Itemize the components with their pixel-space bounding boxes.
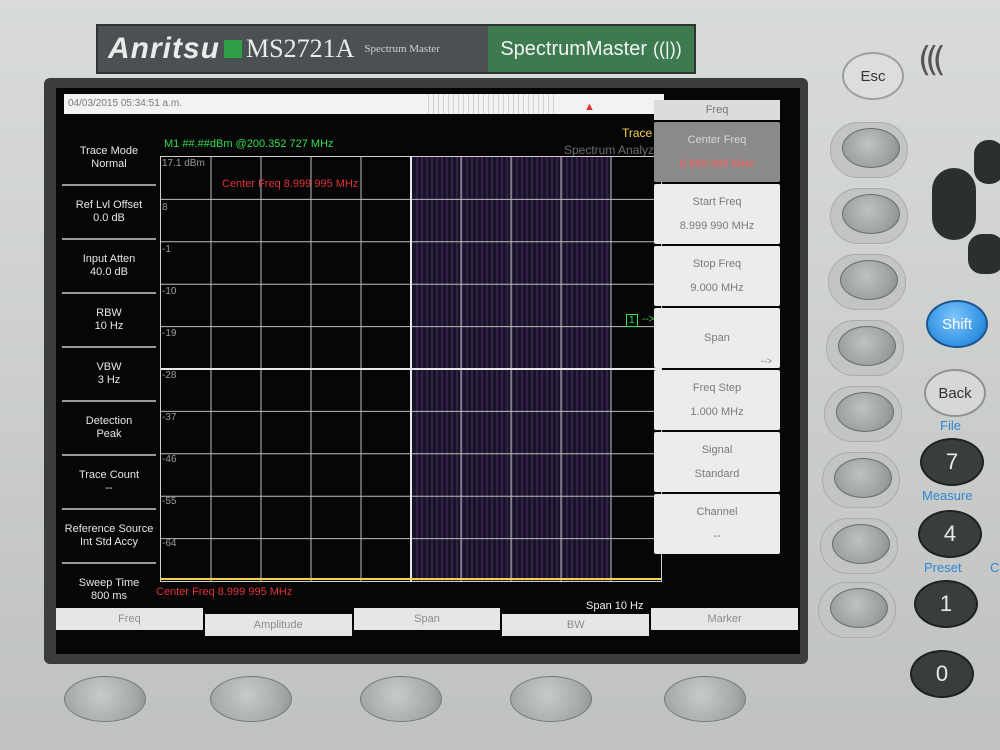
plot-grid	[161, 157, 661, 581]
marker-readout: M1 ##.##dBm @200.352 727 MHz	[164, 138, 334, 150]
hardware-softkey-8[interactable]	[830, 588, 888, 628]
setting-reference-source: Reference Source Int Std Accy	[62, 510, 156, 564]
hardware-softkey-6[interactable]	[834, 458, 892, 498]
settings-panel: Trace Mode Normal Ref Lvl Offset 0.0 dB In…	[56, 132, 160, 616]
y-label: -46	[162, 454, 177, 465]
brand-model: MS2721A	[246, 34, 355, 63]
softkey-center-freq[interactable]: Center Freq 8.999 995 MHz	[654, 122, 780, 182]
hardware-menu-key-2[interactable]	[210, 676, 292, 722]
softkey-start-freq[interactable]: Start Freq 8.999 990 MHz	[654, 184, 780, 244]
hardware-softkey-3[interactable]	[840, 260, 898, 300]
y-label: -55	[162, 496, 177, 507]
y-label: -19	[162, 328, 177, 339]
brand-left: Anritsu MS2721A Spectrum Master	[98, 26, 488, 72]
hardware-menu-key-4[interactable]	[510, 676, 592, 722]
arrow-key-up[interactable]	[974, 140, 1000, 184]
esc-button[interactable]: Esc	[842, 52, 904, 100]
y-label: -1	[162, 244, 171, 255]
brand-name: Anritsu	[108, 32, 220, 65]
preset-label: Preset	[924, 560, 962, 575]
c-label: C	[990, 560, 1000, 575]
marker-1-flag[interactable]: 1	[626, 314, 638, 327]
brand-sub: Spectrum Master	[364, 43, 440, 55]
hardware-softkey-5[interactable]	[836, 392, 894, 432]
arrow-key-down[interactable]	[968, 234, 1000, 274]
key-7[interactable]: 7	[920, 438, 984, 486]
y-label: -10	[162, 286, 177, 297]
ref-level-label: 17.1 dBm	[162, 158, 205, 169]
hardware-menu-key-3[interactable]	[360, 676, 442, 722]
setting-detection: Detection Peak	[62, 402, 156, 456]
tab-freq[interactable]: Freq	[56, 608, 203, 630]
softkey-span[interactable]: Span -->	[654, 308, 780, 368]
back-button[interactable]: Back	[924, 369, 986, 417]
status-bar: 04/03/2015 05:34:51 a.m. ▲	[64, 94, 664, 114]
hardware-softkey-4[interactable]	[838, 326, 896, 366]
instrument-body: Anritsu MS2721A Spectrum Master Spectrum…	[0, 0, 1000, 750]
tab-amplitude[interactable]: Amplitude	[204, 614, 352, 636]
tab-marker[interactable]: Marker	[651, 608, 798, 630]
file-label: File	[940, 418, 961, 433]
hardware-softkey-7[interactable]	[832, 524, 890, 564]
key-0[interactable]: 0	[910, 650, 974, 698]
brand-bar: Anritsu MS2721A Spectrum Master Spectrum…	[96, 24, 696, 74]
softkey-panel: Freq Center Freq 8.999 995 MHz Start Freq…	[654, 100, 780, 556]
status-hatch	[428, 94, 558, 114]
center-freq-annotation: Center Freq 8.999 995 MHz	[222, 178, 359, 190]
setting-input-atten: Input Atten 40.0 dB	[62, 240, 156, 294]
datetime: 04/03/2015 05:34:51 a.m.	[68, 98, 182, 109]
center-freq-footer: Center Freq 8.999 995 MHz	[156, 586, 293, 598]
submenu-arrow-icon: -->	[760, 356, 772, 366]
warning-flag-icon: ▲	[584, 101, 595, 113]
spectrum-master-logo: SpectrumMaster ((|))	[488, 26, 694, 72]
tab-bw[interactable]: BW	[502, 614, 650, 636]
display-screen: 04/03/2015 05:34:51 a.m. ▲ Trace A Spect…	[56, 88, 800, 654]
y-label: 8	[162, 202, 168, 213]
shift-button[interactable]: Shift	[926, 300, 988, 348]
speaker-icon: (((	[918, 40, 946, 80]
softkey-stop-freq[interactable]: Stop Freq 9.000 MHz	[654, 246, 780, 306]
key-1[interactable]: 1	[914, 580, 978, 628]
key-4[interactable]: 4	[918, 510, 982, 558]
spectrum-master-text: SpectrumMaster	[500, 37, 648, 60]
setting-trace-mode: Trace Mode Normal	[62, 132, 156, 186]
y-label: -28	[162, 370, 177, 381]
brand-logo-square	[224, 40, 242, 58]
main-menu-tabs: Freq Amplitude Span BW Marker	[56, 608, 800, 636]
rotary-knob-left[interactable]	[932, 168, 976, 240]
y-label: -37	[162, 412, 177, 423]
softkey-signal[interactable]: Signal Standard	[654, 432, 780, 492]
hardware-menu-key-5[interactable]	[664, 676, 746, 722]
tab-span[interactable]: Span	[353, 608, 501, 630]
hardware-menu-key-1[interactable]	[64, 676, 146, 722]
y-label: -64	[162, 538, 177, 549]
mode-indicator: Spectrum Analyzer	[564, 143, 665, 157]
setting-vbw: VBW 3 Hz	[62, 348, 156, 402]
softkey-freq-step[interactable]: Freq Step 1.000 MHz	[654, 370, 780, 430]
marker-1-arrow: -->	[642, 314, 655, 325]
antenna-icon: ((|))	[653, 38, 682, 59]
softkey-menu-title: Freq	[654, 100, 780, 120]
setting-rbw: RBW 10 Hz	[62, 294, 156, 348]
spectrum-plot[interactable]	[160, 156, 662, 582]
setting-trace-count: Trace Count --	[62, 456, 156, 510]
softkey-channel[interactable]: Channel --	[654, 494, 780, 554]
hardware-softkey-1[interactable]	[842, 128, 900, 168]
setting-ref-lvl-offset: Ref Lvl Offset 0.0 dB	[62, 186, 156, 240]
hardware-softkey-2[interactable]	[842, 194, 900, 234]
measure-label: Measure	[922, 488, 973, 503]
